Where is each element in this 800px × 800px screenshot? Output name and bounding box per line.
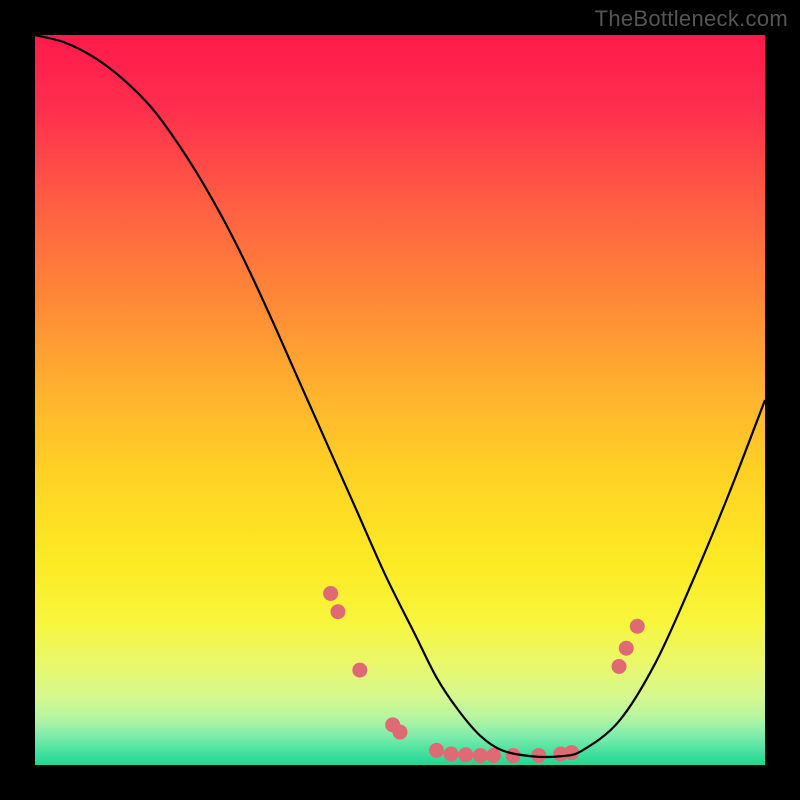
watermark-text: TheBottleneck.com <box>595 6 788 32</box>
highlight-dot <box>429 743 444 758</box>
highlight-dot <box>619 641 634 656</box>
highlight-dot <box>323 586 338 601</box>
highlight-dot <box>458 747 473 762</box>
highlight-dot <box>330 604 345 619</box>
highlight-dot <box>393 725 408 740</box>
highlight-dot <box>612 659 627 674</box>
highlight-dot <box>486 748 501 763</box>
highlight-dot <box>444 747 459 762</box>
highlight-dot <box>473 748 488 763</box>
highlight-dot <box>352 663 367 678</box>
bottleneck-curve <box>35 35 765 757</box>
plot-area <box>35 35 765 765</box>
highlight-dots <box>323 586 645 763</box>
curve-layer <box>35 35 765 765</box>
chart-stage: TheBottleneck.com <box>0 0 800 800</box>
highlight-dot <box>630 619 645 634</box>
